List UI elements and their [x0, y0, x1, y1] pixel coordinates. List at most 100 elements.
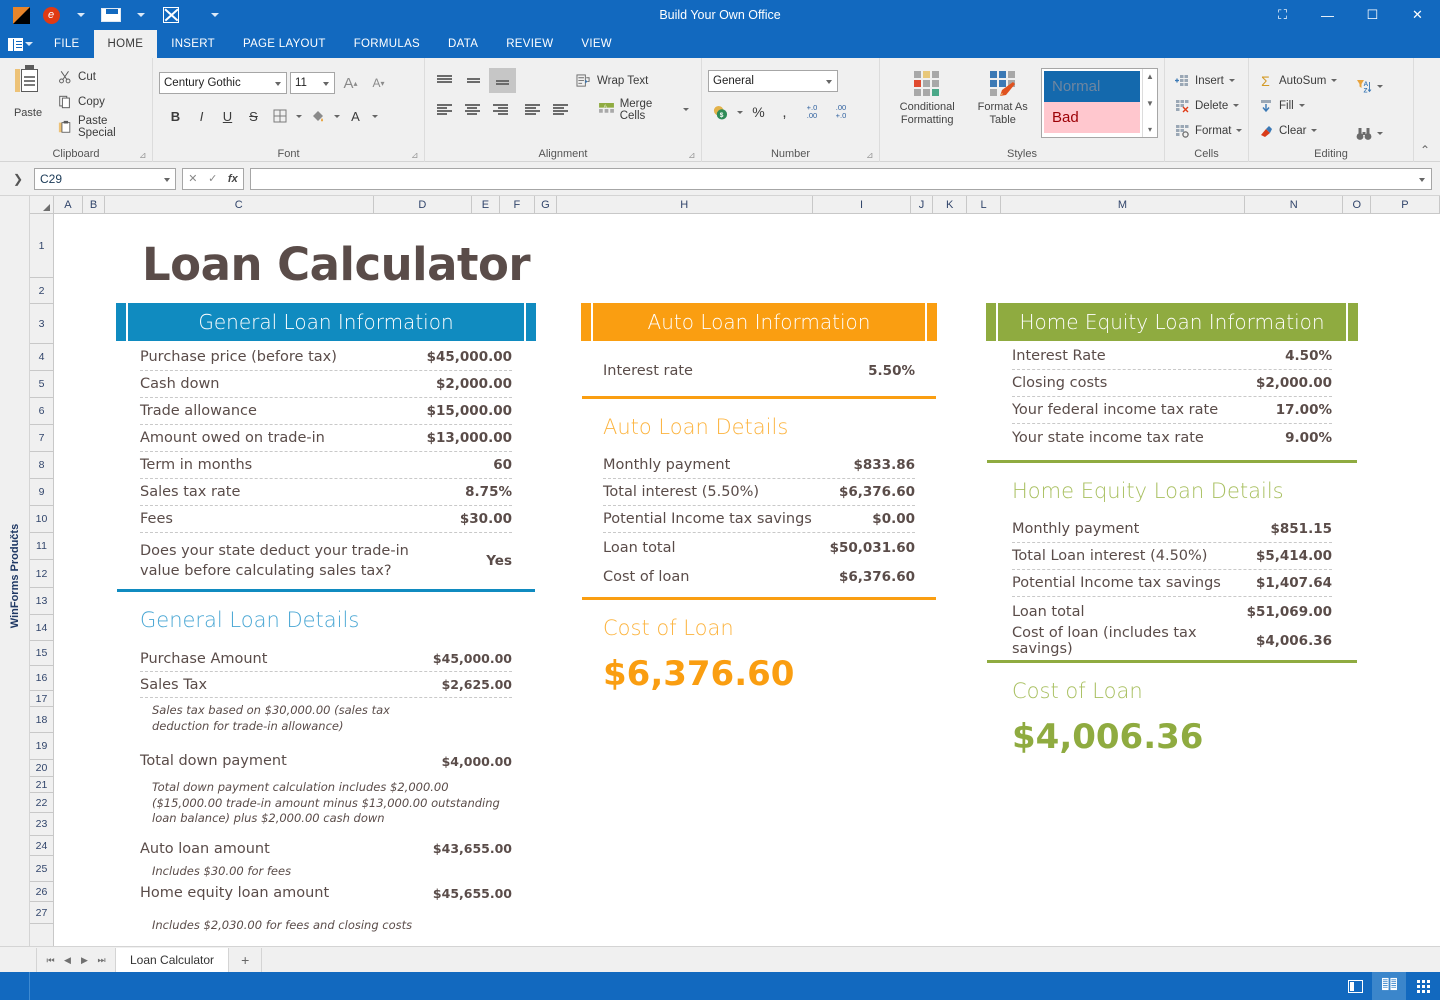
row-header-23[interactable]: 23	[30, 813, 53, 836]
borders-dropdown[interactable]	[293, 104, 304, 129]
format-cells-button[interactable]: Format	[1171, 118, 1242, 143]
clipboard-dialog-launcher[interactable]: ⊿	[139, 150, 148, 159]
merge-cells-button[interactable]: A Merge Cells	[596, 97, 695, 122]
align-bottom-button[interactable]	[489, 68, 516, 93]
fill-color-dropdown[interactable]	[331, 104, 342, 129]
cell-style-bad[interactable]: Bad	[1044, 102, 1140, 133]
decrease-indent-button[interactable]	[515, 97, 541, 122]
ribbon-menu-icon[interactable]	[0, 30, 40, 58]
page-break-preview-button[interactable]	[1406, 972, 1440, 1000]
row-header-5[interactable]: 5	[30, 371, 53, 398]
paste-special-button[interactable]: Paste Special	[54, 114, 146, 139]
find-select-button[interactable]	[1353, 121, 1389, 146]
cell-styles-scrollbar[interactable]: ▲ ▼ ▾	[1142, 69, 1157, 137]
row-header-6[interactable]: 6	[30, 398, 53, 425]
autosave-icon[interactable]: e	[36, 0, 66, 30]
row-header-3[interactable]: 3	[30, 304, 53, 344]
percent-style-button[interactable]: %	[746, 100, 771, 125]
column-header-K[interactable]: K	[933, 196, 967, 213]
cell-styles-gallery[interactable]: Normal Bad ▲ ▼ ▾	[1041, 68, 1158, 138]
row-header-14[interactable]: 14	[30, 615, 53, 641]
increase-decimal-button[interactable]: +.0.00	[798, 100, 826, 125]
conditional-formatting-button[interactable]: Conditional Formatting	[886, 66, 968, 127]
tab-review[interactable]: REVIEW	[492, 30, 567, 58]
row-header-7[interactable]: 7	[30, 425, 53, 452]
autosum-button[interactable]: Σ AutoSum	[1255, 68, 1343, 93]
expand-formula-bar-icon[interactable]: ❯	[8, 172, 28, 186]
row-header-20[interactable]: 20	[30, 760, 53, 777]
font-size-select[interactable]: 11	[290, 72, 335, 94]
scroll-up-icon[interactable]: ▲	[1146, 72, 1154, 81]
row-header-4[interactable]: 4	[30, 344, 53, 371]
insert-function-icon[interactable]: fx	[228, 173, 238, 185]
font-family-select[interactable]: Century Gothic	[159, 72, 287, 94]
fill-color-button[interactable]	[305, 104, 330, 129]
align-right-button[interactable]	[487, 97, 513, 122]
font-color-button[interactable]: A	[343, 104, 368, 129]
row-header-22[interactable]: 22	[30, 793, 53, 813]
increase-indent-button[interactable]	[544, 97, 570, 122]
row-header-8[interactable]: 8	[30, 452, 53, 479]
comma-style-button[interactable]: ,	[772, 100, 797, 125]
formula-input[interactable]	[250, 168, 1432, 190]
next-sheet-icon[interactable]: ▶	[77, 950, 92, 970]
column-header-L[interactable]: L	[967, 196, 1000, 213]
last-sheet-icon[interactable]: ⏭	[94, 950, 109, 970]
row-header-15[interactable]: 15	[30, 641, 53, 666]
tab-view[interactable]: VIEW	[567, 30, 626, 58]
select-all-corner[interactable]	[30, 196, 54, 213]
worksheet-canvas[interactable]: Loan Calculator General Loan Information…	[54, 214, 1440, 956]
strikethrough-button[interactable]: S	[241, 104, 266, 129]
underline-button[interactable]: U	[215, 104, 240, 129]
app-logo-icon[interactable]	[6, 0, 36, 30]
minimize-button[interactable]: —	[1305, 0, 1350, 30]
number-dialog-launcher[interactable]: ⊿	[866, 150, 875, 159]
paste-button[interactable]: Paste	[6, 62, 50, 144]
first-sheet-icon[interactable]: ⏮	[43, 950, 58, 970]
row-header-9[interactable]: 9	[30, 479, 53, 506]
cut-button[interactable]: Cut	[54, 64, 146, 89]
row-header-17[interactable]: 17	[30, 691, 53, 707]
cell-style-normal[interactable]: Normal	[1044, 71, 1140, 102]
maximize-button[interactable]: ☐	[1350, 0, 1395, 30]
collapse-ribbon-button[interactable]: ⌃	[1420, 143, 1430, 157]
clear-button[interactable]: Clear	[1255, 118, 1343, 143]
normal-view-button[interactable]	[1338, 972, 1372, 1000]
row-header-24[interactable]: 24	[30, 836, 53, 856]
row-header-12[interactable]: 12	[30, 560, 53, 588]
column-header-D[interactable]: D	[374, 196, 472, 213]
column-header-G[interactable]: G	[535, 196, 557, 213]
tab-file[interactable]: FILE	[40, 30, 94, 58]
row-header-16[interactable]: 16	[30, 666, 53, 691]
row-header-19[interactable]: 19	[30, 733, 53, 760]
align-middle-button[interactable]	[460, 68, 487, 93]
column-header-M[interactable]: M	[1001, 196, 1245, 213]
font-dialog-launcher[interactable]: ⊿	[411, 150, 420, 159]
accounting-format-button[interactable]: $	[708, 100, 733, 125]
column-header-H[interactable]: H	[557, 196, 813, 213]
tab-home[interactable]: HOME	[94, 30, 158, 58]
insert-cells-button[interactable]: Insert	[1171, 68, 1242, 93]
excel-icon[interactable]	[156, 0, 186, 30]
number-format-select[interactable]: General	[708, 70, 838, 92]
align-top-button[interactable]	[431, 68, 458, 93]
row-header-21[interactable]: 21	[30, 777, 53, 793]
accounting-dropdown[interactable]	[734, 100, 745, 125]
tab-formulas[interactable]: FORMULAS	[340, 30, 434, 58]
wrap-text-button[interactable]: Wrap Text	[573, 68, 654, 93]
row-header-26[interactable]: 26	[30, 882, 53, 902]
increase-font-size-button[interactable]: A▴	[338, 71, 363, 96]
vertical-task-pane-tab[interactable]: WinForms Produčts	[0, 196, 30, 956]
decrease-font-size-button[interactable]: A▾	[366, 71, 391, 96]
customize-qat-icon[interactable]	[200, 0, 230, 30]
row-header-11[interactable]: 11	[30, 533, 53, 560]
prev-sheet-icon[interactable]: ◀	[60, 950, 75, 970]
close-button[interactable]: ✕	[1395, 0, 1440, 30]
restore-down-button[interactable]: ⛶	[1260, 0, 1305, 30]
save-icon[interactable]	[96, 0, 126, 30]
italic-button[interactable]: I	[189, 104, 214, 129]
tab-insert[interactable]: INSERT	[157, 30, 229, 58]
save-dropdown-icon[interactable]	[126, 0, 156, 30]
row-header-25[interactable]: 25	[30, 856, 53, 882]
row-header-10[interactable]: 10	[30, 506, 53, 533]
